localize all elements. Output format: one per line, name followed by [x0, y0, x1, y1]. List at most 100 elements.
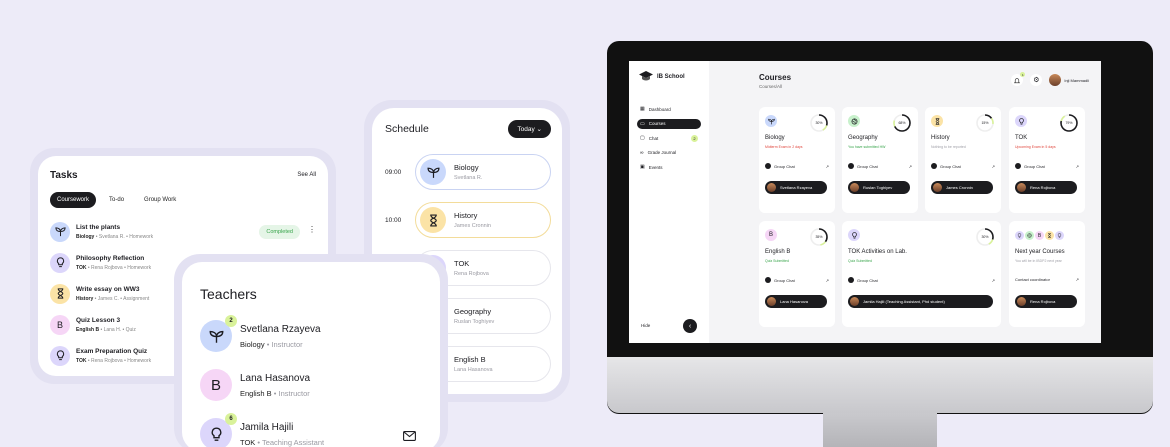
group-chat-link[interactable]: Group Chat ↗ [848, 277, 995, 283]
sidebar: IB School ▦ Dashboard ▭ Courses ▢ Chat 2 ∞ Grade… [629, 61, 709, 343]
contact-coordinator-link[interactable]: Contact coordinator ↗ [1015, 277, 1079, 282]
course-card[interactable]: 79% TOK Upcoming Exam in 5 days Group Chat ↗… [1009, 107, 1085, 213]
sidebar-item-grade-journal[interactable]: ∞ Grade Journal [637, 148, 701, 158]
main-area: Courses Courses/All 1 ⚙ Inji Mammadli 30… [709, 61, 1101, 343]
teacher-item[interactable]: B Lana Hasanova English B • Instructor [200, 369, 430, 401]
teacher-pill[interactable]: Ruslan Toghiyev [848, 181, 910, 194]
teacher-item[interactable]: 6 Jamila Hajili TOK • Teaching Assistant [200, 413, 430, 447]
course-name: TOK [454, 259, 470, 268]
course-icon-circle [420, 207, 446, 233]
course-name: Biology [454, 163, 479, 172]
teacher-role: Instructor [278, 388, 310, 398]
arrow-up-right-icon: ↗ [991, 163, 995, 169]
app-logo[interactable]: IB School [639, 71, 685, 83]
task-subject: TOK [76, 264, 87, 271]
task-meta: English B • Lana H. • Quiz [76, 326, 136, 333]
hourglass-icon [1047, 233, 1052, 238]
course-note: Upcoming Exam in 5 days [1015, 145, 1056, 149]
sidebar-item-courses[interactable]: ▭ Courses [637, 118, 701, 129]
course-card[interactable]: B Next year Courses You will be in IBDP2 n… [1009, 221, 1085, 327]
course-note: You have submitted HW [848, 145, 886, 149]
globe-icon [851, 118, 858, 125]
course-name: TOK Activities on Lab. [848, 249, 907, 255]
teacher-pill[interactable]: James Cronnin [931, 181, 993, 194]
teacher-text: Jamila Hajili TOK • Teaching Assistant [240, 422, 324, 447]
settings-button[interactable]: ⚙ [1030, 74, 1043, 86]
task-teacher: James C. [97, 295, 119, 302]
course-icon-circle [931, 115, 943, 127]
group-chat-link[interactable]: Group Chat ↗ [848, 163, 912, 169]
task-meta: History • James C. • Assignment [76, 295, 150, 302]
hourglass-icon [427, 213, 440, 227]
course-card[interactable]: 30% TOK Activities on Lab. Quiz Submitted G… [842, 221, 1001, 327]
teacher-meta: English B • Instructor [240, 388, 310, 398]
sidebar-item-events[interactable]: ▣ Events [637, 162, 701, 172]
bulb-icon [851, 231, 858, 239]
breadcrumb[interactable]: Courses/All [759, 84, 782, 89]
tab-todo[interactable]: To-do [102, 192, 131, 208]
progress-label: 68% [898, 121, 906, 125]
teacher-pill[interactable]: Svetlana Rzayeva [765, 181, 827, 194]
teacher-name: Rena Rojbova [1030, 299, 1056, 304]
course-card[interactable]: B 35% English B Quiz Submitted Group Chat ↗ La… [759, 221, 835, 327]
tab-group-work[interactable]: Group Work [137, 192, 183, 208]
nav-label: Dashboard [648, 106, 671, 112]
avatar [1017, 183, 1026, 192]
grid-icon: ▦ [640, 106, 645, 112]
schedule-course[interactable]: History James Cronnin [415, 202, 551, 238]
tab-coursework[interactable]: Coursework [50, 192, 97, 208]
today-dropdown[interactable]: Today ⌄ [508, 120, 551, 138]
teacher-pill[interactable]: Jamila Hajili (Teaching Assistant, Phd s… [848, 295, 993, 308]
teachers-title: Teachers [200, 286, 257, 302]
chat-bubble-icon [765, 277, 771, 283]
group-chat-link[interactable]: Group Chat ↗ [1015, 163, 1079, 169]
course-card[interactable]: 68% Geography You have submitted HW Group C… [842, 107, 918, 213]
chat-bubble-icon [848, 163, 854, 169]
group-chat-link[interactable]: Group Chat ↗ [765, 163, 829, 169]
sidebar-item-chat[interactable]: ▢ Chat 2 [637, 133, 701, 143]
dashboard-screen: IB School ▦ Dashboard ▭ Courses ▢ Chat 2 ∞ Grade… [629, 61, 1101, 343]
progress-ring: 79% [1059, 113, 1079, 138]
task-name: Write essay on WW3 [76, 285, 140, 293]
course-card[interactable]: 15% History Nothing to be reported Group Ch… [925, 107, 1001, 213]
task-teacher: Svetlana R. [98, 233, 125, 240]
course-note: Quiz Submitted [848, 259, 872, 263]
notification-button[interactable]: 1 [1011, 72, 1026, 86]
mail-icon[interactable] [403, 428, 416, 446]
progress-ring: 15% [975, 113, 995, 138]
teacher-name: Svetlana R. [454, 175, 483, 181]
course-name: English B [765, 249, 791, 255]
course-card[interactable]: 30% Biology Midterm Exam in 2 days Group Ch… [759, 107, 835, 213]
hourglass-icon [934, 117, 941, 125]
chat-label: Group Chat [857, 163, 878, 169]
see-all-link[interactable]: See All [297, 172, 316, 178]
teacher-pill[interactable]: Rena Rojbova [1015, 295, 1077, 308]
task-kind: Homework [129, 233, 154, 240]
teacher-name: Rena Rojbova [1030, 185, 1056, 190]
teacher-pill[interactable]: Rena Rojbova [1015, 181, 1077, 194]
task-meta: TOK • Rena Rojbova • Homework [76, 357, 152, 364]
user-menu[interactable]: Inji Mammadli [1049, 74, 1089, 86]
group-chat-link[interactable]: Group Chat ↗ [931, 163, 995, 169]
teacher-name: Jamila Hajili (Teaching Assistant, Phd s… [863, 299, 945, 304]
chat-bubble-icon [765, 163, 771, 169]
teacher-item[interactable]: 2 Svetlana Rzayeva Biology • Instructor [200, 315, 430, 352]
avatar [850, 297, 859, 306]
avatar [1049, 74, 1062, 86]
more-icon[interactable]: ⋮ [308, 225, 316, 234]
task-item[interactable]: List the plants Biology • Svetlana R. • H… [50, 216, 320, 247]
group-chat-link[interactable]: Group Chat ↗ [765, 277, 829, 283]
bulb-icon [1018, 117, 1025, 125]
teacher-pill[interactable]: Lana Hasanova [765, 295, 827, 308]
avatar [933, 183, 942, 192]
teacher-meta: Biology • Instructor [240, 339, 303, 349]
progress-ring: 68% [892, 113, 912, 138]
task-icon-circle: B [50, 314, 70, 335]
task-text: Quiz Lesson 3 English B • Lana H. • Quiz [76, 317, 136, 333]
schedule-course[interactable]: Biology Svetlana R. [415, 154, 551, 190]
collapse-sidebar-button[interactable]: ‹ [683, 319, 697, 333]
sidebar-item-dashboard[interactable]: ▦ Dashboard [637, 104, 701, 114]
course-name: English B [454, 355, 486, 364]
arrow-up-right-icon: ↗ [825, 277, 829, 283]
mini-course-icon [1045, 231, 1054, 240]
